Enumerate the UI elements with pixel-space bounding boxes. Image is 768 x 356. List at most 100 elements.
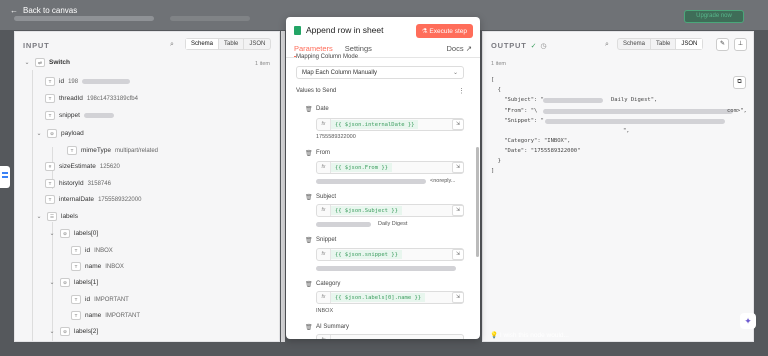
tree-row[interactable]: ⌄ ⊚ payload	[35, 129, 84, 138]
tab-schema[interactable]: Schema	[186, 39, 219, 49]
breadcrumb-blurred	[170, 16, 250, 21]
trash-icon[interactable]: 🗑	[305, 237, 313, 244]
trash-icon[interactable]: 🗑	[305, 324, 313, 331]
tree-row[interactable]: TmimeType multipart/related	[67, 146, 158, 155]
trash-icon[interactable]: 🗑	[305, 106, 313, 113]
node-title[interactable]: Append row in sheet	[306, 25, 384, 35]
expand-icon[interactable]: ⇲	[452, 292, 464, 303]
upgrade-button[interactable]: Upgrade now	[684, 10, 744, 23]
docs-link[interactable]: Docs ↗	[447, 44, 472, 53]
feedback-link[interactable]: 💡 I wish this node would...	[490, 331, 569, 339]
tree-row[interactable]: Tsnippet	[45, 111, 114, 120]
output-item-count: 1 item	[491, 61, 506, 67]
expression-input-ai-summary[interactable]: fx	[316, 334, 464, 339]
json-line: {	[491, 87, 501, 93]
number-type-icon: #	[45, 162, 55, 171]
tab-json[interactable]: JSON	[675, 39, 703, 49]
tree-row[interactable]: ⌄ ☰ labels	[35, 212, 78, 221]
text-type-icon: T	[71, 262, 81, 271]
mapping-mode-label: Mapping Column Mode	[296, 54, 359, 60]
pin-icon[interactable]: ⊥	[734, 38, 747, 51]
trash-icon[interactable]: 🗑	[305, 281, 313, 288]
search-icon[interactable]: ⌕	[605, 41, 609, 49]
chevron-down-icon[interactable]: ⌄	[35, 130, 43, 137]
field-label-from: From	[316, 150, 330, 156]
tree-row[interactable]: ⌄ ⊚ labels[1]	[48, 278, 98, 287]
expression-input-category[interactable]: fx{{ $json.labels[0].name }}	[316, 291, 464, 304]
tab-table[interactable]: Table	[650, 39, 675, 49]
field-label-date: Date	[316, 106, 329, 112]
workflow-name-blurred	[14, 16, 154, 21]
expression-result: <noreply...	[430, 178, 456, 184]
tree-row[interactable]: TthreadId 198c14733189cfb4	[45, 94, 138, 103]
tree-row[interactable]: TinternalDate 1755589322000	[45, 195, 141, 204]
expression-input-subject[interactable]: fx{{ $json.Subject }}	[316, 204, 464, 217]
search-icon[interactable]: ⌕	[170, 41, 174, 49]
text-type-icon: T	[71, 295, 81, 304]
field-label-snippet: Snippet	[316, 237, 337, 243]
expand-icon[interactable]: ⇲	[452, 119, 464, 130]
sidebar-handle[interactable]	[0, 166, 10, 188]
input-scrollbar[interactable]	[281, 31, 285, 342]
expression-input-date[interactable]: fx{{ $json.internalDate }}	[316, 118, 464, 131]
input-title: INPUT	[23, 41, 50, 50]
success-check-icon: ✓	[530, 42, 537, 50]
tree-row[interactable]: Tname INBOX	[71, 262, 124, 271]
tab-json[interactable]: JSON	[243, 39, 270, 49]
text-type-icon: T	[45, 111, 55, 120]
json-line: ",	[623, 128, 630, 134]
json-line: Daily Digest",	[611, 97, 658, 103]
lightbulb-icon: 💡	[490, 332, 499, 339]
mapping-mode-select[interactable]: Map Each Column Manually ⌄	[296, 66, 464, 79]
expand-icon[interactable]: ⇲	[452, 162, 464, 173]
chevron-down-icon[interactable]: ⌄	[23, 59, 31, 66]
tree-row[interactable]: Tid 198	[45, 77, 131, 86]
json-line: "From": "\	[491, 108, 538, 114]
tree-node-switch[interactable]: ⌄ ⇄ Switch	[23, 58, 70, 67]
chevron-down-icon[interactable]: ⌄	[48, 279, 56, 286]
tree-row[interactable]: Tid IMPORTANT	[71, 295, 129, 304]
more-options-icon[interactable]: ⋮	[458, 87, 465, 95]
tree-row[interactable]: Tid INBOX	[71, 246, 113, 255]
trash-icon[interactable]: 🗑	[305, 194, 313, 201]
tree-row[interactable]: # sizeEstimate 125620	[45, 162, 120, 171]
chevron-down-icon[interactable]: ⌄	[48, 328, 56, 335]
arrow-left-icon: ←	[10, 6, 18, 15]
edit-pencil-icon[interactable]: ✎	[716, 38, 729, 51]
input-panel: INPUT ⌕ Schema Table JSON 1 item ⌄ ⇄ Switc…	[14, 31, 280, 342]
node-settings-panel: Append row in sheet ⚗ Execute step Param…	[286, 17, 480, 339]
expression-result: INBOX	[316, 308, 334, 314]
json-line: [	[491, 77, 495, 83]
tree-row[interactable]: ⌄ ⊚ labels[0]	[48, 229, 98, 238]
text-type-icon: T	[71, 246, 81, 255]
tab-schema[interactable]: Schema	[618, 39, 650, 49]
chevron-down-icon[interactable]: ⌄	[35, 213, 43, 220]
copy-icon[interactable]: ⧉	[733, 76, 746, 89]
chevron-down-icon[interactable]: ⌄	[48, 230, 56, 237]
expand-icon[interactable]: ⇲	[452, 249, 464, 260]
tab-table[interactable]: Table	[218, 39, 243, 49]
blurred-value	[316, 179, 426, 184]
execute-step-button[interactable]: ⚗ Execute step	[415, 24, 473, 38]
panel-scrollbar[interactable]	[476, 147, 479, 257]
text-type-icon: T	[67, 146, 77, 155]
tree-row[interactable]: ⌄ ⊚ labels[2]	[48, 327, 98, 336]
output-title: OUTPUT	[491, 41, 527, 50]
external-link-icon: ↗	[465, 44, 472, 53]
clock-icon: ◷	[540, 42, 547, 50]
text-type-icon: T	[45, 179, 55, 188]
expand-icon[interactable]: ⇲	[452, 205, 464, 216]
expression-result: 1755589322000	[316, 134, 356, 140]
input-view-tabs: Schema Table JSON	[185, 38, 272, 50]
back-to-canvas-button[interactable]: ← Back to canvas	[10, 6, 77, 15]
trash-icon[interactable]: 🗑	[305, 150, 313, 157]
json-line: com>",	[727, 108, 747, 114]
blurred-value	[543, 109, 733, 114]
tree-row[interactable]: ThistoryId 3158746	[45, 179, 111, 188]
expression-input-from[interactable]: fx{{ $json.From }}	[316, 161, 464, 174]
expression-input-snippet[interactable]: fx{{ $json.snippet }}	[316, 248, 464, 261]
output-view-tabs: Schema Table JSON	[617, 38, 704, 50]
google-sheets-icon	[294, 25, 301, 35]
tree-row[interactable]: Tname IMPORTANT	[71, 311, 140, 320]
ai-assistant-icon[interactable]: ✦	[740, 313, 756, 329]
